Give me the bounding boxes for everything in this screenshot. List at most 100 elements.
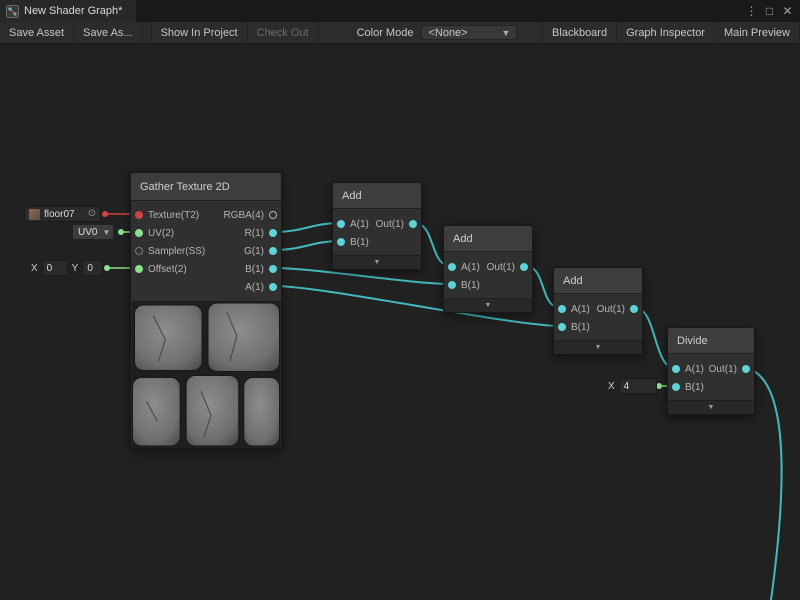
port-row-uv: UV(2) [131,224,209,242]
collapse-preview-button[interactable]: ▼ [333,255,421,269]
port-row-rgba: RGBA(4) [219,206,281,224]
divide-b-input[interactable]: 4 [619,378,657,394]
port-row-offset: Offset(2) [131,260,209,278]
port-row-b: B(1) [444,276,532,294]
uv-channel-dropdown[interactable]: UV0 ▼ [72,224,114,240]
b-input-port[interactable] [672,383,680,391]
offset-vector2-field: X 0 Y 0 [31,260,103,276]
graph-canvas[interactable]: floor07 ⊙ UV0 ▼ X 0 Y 0 Gather Texture 2… [0,44,800,600]
out-output-port[interactable] [742,365,750,373]
chevron-down-icon: ▼ [485,302,492,309]
b-output-port[interactable] [269,265,277,273]
node-preview-texture [131,301,281,448]
port-row-a: A(1) [219,278,281,296]
texture-input-port[interactable] [135,211,143,219]
node-add-1[interactable]: Add A(1) B(1) Out(1) ▼ [332,182,422,270]
port-row-r: R(1) [219,224,281,242]
output-ports-column: RGBA(4) R(1) G(1) B(1) A(1) [219,206,281,296]
node-add-2[interactable]: Add A(1) B(1) Out(1) ▼ [443,225,533,313]
shader-graph-toolbar: Save Asset Save As... Show In Project Ch… [0,22,800,44]
a-input-port[interactable] [448,263,456,271]
port-row-b: B(1) [333,233,421,251]
a-input-port[interactable] [337,220,345,228]
port-row-b: B(1) [219,260,281,278]
save-as-button[interactable]: Save As... [74,22,143,43]
port-row-out: Out(1) [593,300,642,318]
connector-dot-texture[interactable] [102,211,108,217]
uv-channel-value: UV0 [78,227,97,238]
b-input-port[interactable] [448,281,456,289]
b-input-port[interactable] [558,323,566,331]
node-title[interactable]: Divide [668,328,754,354]
offset-x-label: X [31,263,38,274]
connector-dot-uv[interactable] [118,229,124,235]
chevron-down-icon: ▼ [374,259,381,266]
toolbar-spacer [517,22,542,43]
check-out-button: Check Out [248,22,319,43]
collapse-preview-button[interactable]: ▼ [444,298,532,312]
wire-b-to-add2-b[interactable] [274,268,451,284]
r-output-port[interactable] [269,229,277,237]
node-divide[interactable]: Divide A(1) B(1) Out(1) ▼ [667,327,755,415]
uv-input-port[interactable] [135,229,143,237]
maximize-icon[interactable]: □ [762,4,777,18]
chevron-down-icon: ▼ [708,404,715,411]
collapse-preview-button[interactable]: ▼ [554,340,642,354]
connector-dot-offset[interactable] [104,265,110,271]
main-preview-toggle-button[interactable]: Main Preview [715,22,800,43]
wire-r-to-add1-a[interactable] [274,223,340,232]
port-row-out: Out(1) [483,258,532,276]
port-row-b: B(1) [668,378,754,396]
out-output-port[interactable] [520,263,528,271]
port-row-sampler: Sampler(SS) [131,242,209,260]
show-in-project-button[interactable]: Show In Project [151,22,248,43]
close-icon[interactable]: ✕ [780,4,795,18]
b-input-port[interactable] [337,238,345,246]
texture-name: floor07 [44,209,75,220]
tab-title: New Shader Graph* [24,5,122,17]
color-mode-value: <None> [428,27,467,39]
texture-object-field[interactable]: floor07 ⊙ [24,206,101,222]
collapse-preview-button[interactable]: ▼ [668,400,754,414]
edge-layer [0,44,800,600]
blackboard-toggle-button[interactable]: Blackboard [542,22,617,43]
divide-b-field: X 4 [608,378,657,394]
color-mode-dropdown[interactable]: <None> ▼ [421,25,517,40]
texture-thumbnail [29,209,40,220]
port-row-texture: Texture(T2) [131,206,209,224]
tab-new-shader-graph[interactable]: New Shader Graph* [0,0,136,22]
object-picker-icon[interactable]: ⊙ [88,209,96,219]
dropdown-arrow-icon: ▼ [102,228,110,237]
color-mode-label: Color Mode [349,22,422,43]
node-title[interactable]: Add [554,268,642,294]
node-title[interactable]: Add [444,226,532,252]
rgba-output-port[interactable] [269,211,277,219]
out-output-port[interactable] [630,305,638,313]
wire-g-to-add1-b[interactable] [274,241,340,250]
offset-x-input[interactable]: 0 [42,260,68,276]
a-output-port[interactable] [269,283,277,291]
port-row-b: B(1) [554,318,642,336]
graph-inspector-toggle-button[interactable]: Graph Inspector [617,22,715,43]
node-title[interactable]: Gather Texture 2D [131,173,281,201]
port-row-g: G(1) [219,242,281,260]
out-output-port[interactable] [409,220,417,228]
offset-y-input[interactable]: 0 [82,260,103,276]
chevron-down-icon: ▼ [595,344,602,351]
dropdown-arrow-icon: ▼ [502,28,511,38]
node-add-3[interactable]: Add A(1) B(1) Out(1) ▼ [553,267,643,355]
divide-b-label: X [608,381,615,392]
save-asset-button[interactable]: Save Asset [0,22,74,43]
kebab-menu-icon[interactable]: ⋮ [744,4,759,18]
window-titlebar: New Shader Graph* ⋮ □ ✕ [0,0,800,22]
offset-input-port[interactable] [135,265,143,273]
node-title[interactable]: Add [333,183,421,209]
sampler-input-port[interactable] [135,247,143,255]
node-gather-texture-2d[interactable]: Gather Texture 2D Texture(T2) UV(2) Samp… [130,172,282,449]
g-output-port[interactable] [269,247,277,255]
a-input-port[interactable] [558,305,566,313]
connector-dot-divide-b[interactable] [656,383,662,389]
shader-graph-icon [6,5,19,18]
a-input-port[interactable] [672,365,680,373]
port-row-out: Out(1) [372,215,421,233]
